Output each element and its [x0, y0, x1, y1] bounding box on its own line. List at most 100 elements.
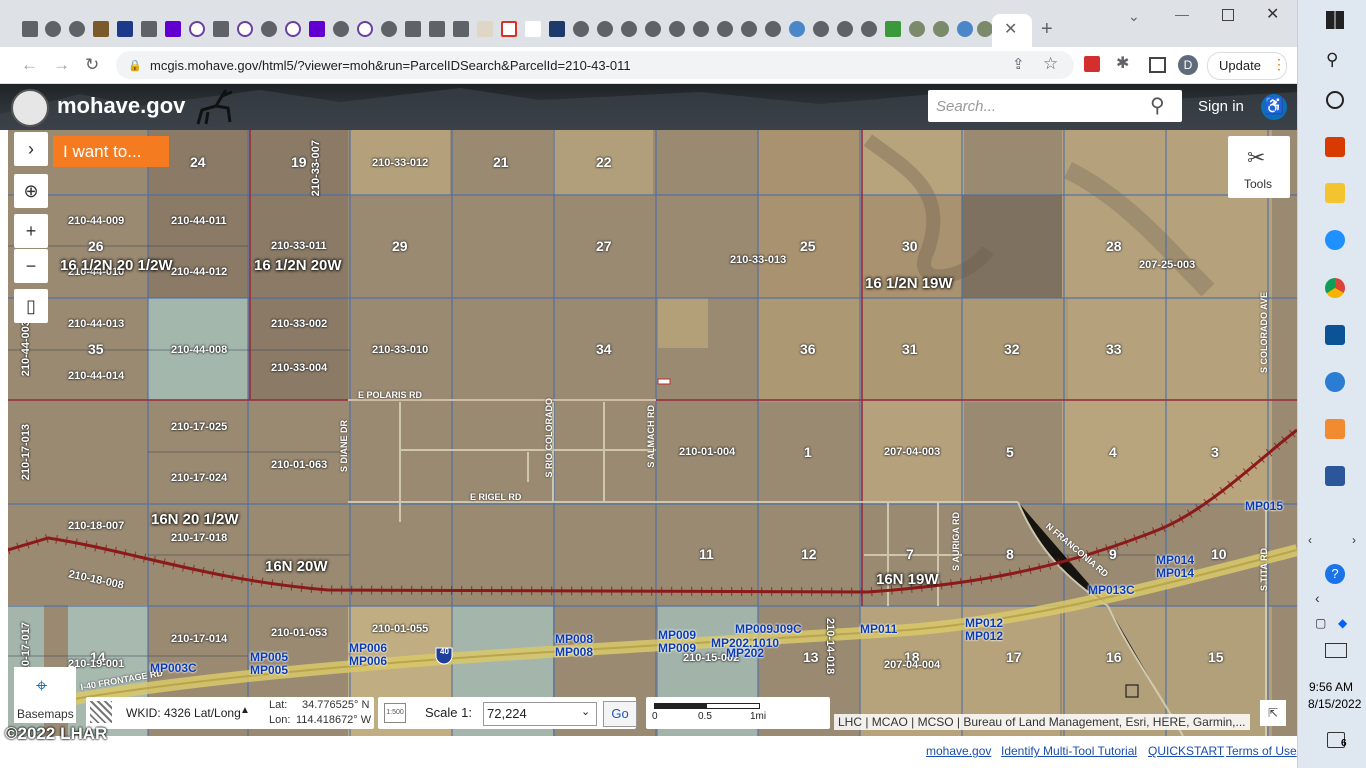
parcel-label[interactable]: 210-17-018 [171, 532, 227, 544]
url-text[interactable]: mcgis.mohave.gov/html5/?viewer=moh&run=P… [150, 58, 631, 73]
section-label[interactable]: 17 [1006, 649, 1022, 665]
parcel-map[interactable]: 24 19 21 22 26 29 27 25 30 28 35 34 36 3… [8, 130, 1297, 736]
acrobat-extension-icon[interactable] [1084, 56, 1100, 72]
parcel-label[interactable]: 210-19-001 [68, 658, 124, 670]
back-icon[interactable]: ← [21, 55, 38, 75]
tab-favicon-icon[interactable] [189, 21, 205, 37]
parcel-label[interactable]: 210-01-055 [372, 623, 428, 635]
tab-favicon-icon[interactable] [885, 21, 901, 37]
extensions-puzzle-icon[interactable]: ✱ [1116, 54, 1129, 74]
tab-favicon-icon[interactable] [525, 21, 541, 37]
parcel-label[interactable]: 210-17-025 [171, 421, 227, 433]
update-button[interactable]: Update ⋮ [1207, 52, 1287, 80]
section-label[interactable]: 32 [1004, 341, 1020, 357]
gmail-icon[interactable] [501, 21, 517, 37]
section-label[interactable]: 30 [902, 238, 918, 254]
parcel-label[interactable]: 210-33-002 [271, 318, 327, 330]
wkid-dropdown-icon[interactable]: ▲ [240, 705, 250, 716]
office-icon[interactable] [1325, 137, 1345, 157]
close-tab-icon[interactable]: ✕ [1004, 20, 1017, 40]
search-icon[interactable]: ⚲ [1326, 50, 1338, 70]
milepost-label[interactable]: MP012 [965, 629, 1003, 643]
section-label[interactable]: 11 [699, 546, 714, 562]
section-label[interactable]: 35 [88, 341, 104, 357]
media-player-icon[interactable] [1325, 419, 1345, 439]
tab-favicon-icon[interactable] [861, 21, 877, 37]
section-label[interactable]: 29 [392, 238, 408, 254]
parcel-label[interactable]: 210-17-013 [20, 424, 32, 480]
tab-favicon-icon[interactable] [453, 21, 469, 37]
tab-favicon-icon[interactable] [597, 21, 613, 37]
parcel-label[interactable]: 210-44-012 [171, 266, 227, 278]
section-label[interactable]: 34 [596, 341, 612, 357]
section-label[interactable]: 5 [1006, 444, 1014, 460]
parcel-label[interactable]: 210-44-011 [171, 215, 227, 227]
parcel-label[interactable]: 210-33-011 [271, 240, 327, 252]
section-label[interactable]: 15 [1208, 649, 1224, 665]
parcel-label[interactable]: 210-33-012 [372, 157, 428, 169]
tab-favicon-icon[interactable] [237, 21, 253, 37]
section-label[interactable]: 10 [1211, 546, 1227, 562]
yahoo-icon[interactable] [309, 21, 325, 37]
milepost-label[interactable]: MP009J09C [735, 622, 802, 636]
tab-favicon-icon[interactable] [765, 21, 781, 37]
milepost-label[interactable]: MP015 [1245, 499, 1283, 513]
tab-favicon-icon[interactable] [789, 21, 805, 37]
tab-search-chevron-icon[interactable]: ⌄ [1128, 6, 1140, 26]
milepost-label[interactable]: MP006 [349, 641, 387, 655]
search-icon[interactable]: ⚲ [1150, 93, 1165, 118]
milepost-label[interactable]: MP014 [1156, 566, 1194, 580]
tab-favicon-icon[interactable] [93, 21, 109, 37]
tab-favicon-icon[interactable] [717, 21, 733, 37]
parcel-label[interactable]: 210-01-053 [271, 627, 327, 639]
selected-parcel[interactable] [657, 378, 671, 385]
section-label[interactable]: 9 [1109, 546, 1117, 562]
section-label[interactable]: 1 [804, 444, 812, 460]
scale-chevron-down-icon[interactable]: ⌄ [581, 705, 590, 718]
tab-favicon-icon[interactable] [285, 21, 301, 37]
tab-favicon-icon[interactable] [117, 21, 133, 37]
section-label[interactable]: 12 [801, 546, 817, 562]
milepost-label[interactable]: MP008 [555, 645, 593, 659]
tab-favicon-icon[interactable] [477, 21, 493, 37]
parcel-label[interactable]: 207-04-004 [884, 659, 940, 671]
footer-link-tutorial[interactable]: Identify Multi-Tool Tutorial [1001, 744, 1137, 758]
section-label[interactable]: 31 [902, 341, 918, 357]
tab-favicon-icon[interactable] [837, 21, 853, 37]
coordinate-grid-icon[interactable] [90, 701, 112, 723]
milepost-label[interactable]: MP012 [965, 616, 1003, 630]
milepost-label[interactable]: MP009 [658, 628, 696, 642]
section-label[interactable]: 13 [803, 649, 819, 665]
bookmarks-book-icon[interactable]: ▯ [14, 289, 48, 323]
share-icon[interactable]: ⇪ [1012, 55, 1025, 75]
store-icon[interactable] [1325, 325, 1345, 345]
taskbar-scroll-right-icon[interactable]: › [1352, 533, 1356, 547]
new-tab-icon[interactable]: + [1041, 19, 1053, 39]
help-icon[interactable]: ? [1325, 564, 1345, 584]
section-label[interactable]: 22 [596, 154, 612, 170]
zoom-out-button[interactable]: − [14, 249, 48, 283]
section-label[interactable]: 28 [1106, 238, 1122, 254]
tab-favicon-icon[interactable] [741, 21, 757, 37]
expand-panel-icon[interactable]: › [14, 132, 48, 166]
section-label[interactable]: 16 [1106, 649, 1122, 665]
tab-favicon-icon[interactable] [813, 21, 829, 37]
footer-link-quickstart[interactable]: QUICKSTART [1148, 744, 1224, 758]
window-close-icon[interactable]: ✕ [1266, 5, 1279, 25]
milepost-label[interactable]: MP009 [658, 641, 696, 655]
section-label[interactable]: 4 [1109, 444, 1117, 460]
more-menu-icon[interactable]: ⋮ [1272, 56, 1286, 73]
edge-icon[interactable] [1325, 230, 1345, 250]
word-icon[interactable] [1325, 466, 1345, 486]
zoom-in-button[interactable]: + [14, 214, 48, 248]
tab-favicon-icon[interactable] [573, 21, 589, 37]
tab-favicon-icon[interactable] [141, 21, 157, 37]
milepost-label[interactable]: MP014 [1156, 553, 1194, 567]
parcel-label[interactable]: 210-44-013 [68, 318, 124, 330]
milepost-label[interactable]: MP202 [726, 646, 764, 660]
parcel-label[interactable]: 210-33-004 [271, 362, 327, 374]
tab-favicon-icon[interactable] [69, 21, 85, 37]
parcel-label[interactable]: 210-01-063 [271, 459, 327, 471]
parcel-label[interactable]: 210-44-008 [171, 344, 227, 356]
site-search-input[interactable]: Search... [936, 98, 996, 115]
